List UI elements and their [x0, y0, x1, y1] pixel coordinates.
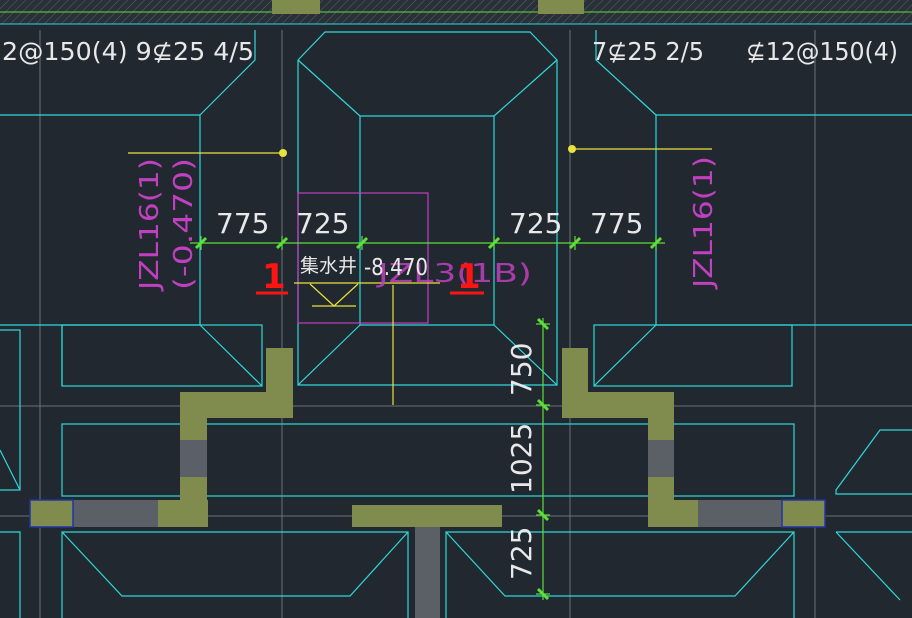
dim-725-right: 725 [509, 207, 562, 240]
dim-v-725: 725 [505, 527, 538, 580]
leader-dot-left [279, 149, 287, 157]
rebar-label-mid: 7⊈25 2/5 [592, 37, 704, 66]
rebar-label-left: 2@150(4) 9⊈25 4/5 [2, 37, 254, 66]
rebar-label-right: ⊈12@150(4) [746, 37, 898, 66]
beam-label-left: JZL16(1) [135, 158, 165, 292]
dim-v-750: 750 [505, 343, 538, 396]
dim-775-left: 775 [216, 207, 269, 240]
hatched-foundation-strip [0, 0, 912, 25]
sump-name: 集水井 [300, 255, 357, 277]
dim-725-left: 725 [296, 207, 349, 240]
leader-dot-right [568, 145, 576, 153]
sump-elevation: -8.470 [364, 255, 428, 281]
cad-drawing-canvas: 2@150(4) 9⊈25 4/5 7⊈25 2/5 ⊈12@150(4) 77… [0, 0, 912, 618]
beam-label-right: JZL16(1) [689, 156, 719, 290]
dim-v-1025: 1025 [505, 423, 538, 494]
section-mark-left: 1 [262, 257, 286, 297]
dim-775-right: 775 [590, 207, 643, 240]
section-mark-right: 1 [457, 257, 481, 297]
beam-elevation-left: (-0.470) [169, 158, 199, 290]
